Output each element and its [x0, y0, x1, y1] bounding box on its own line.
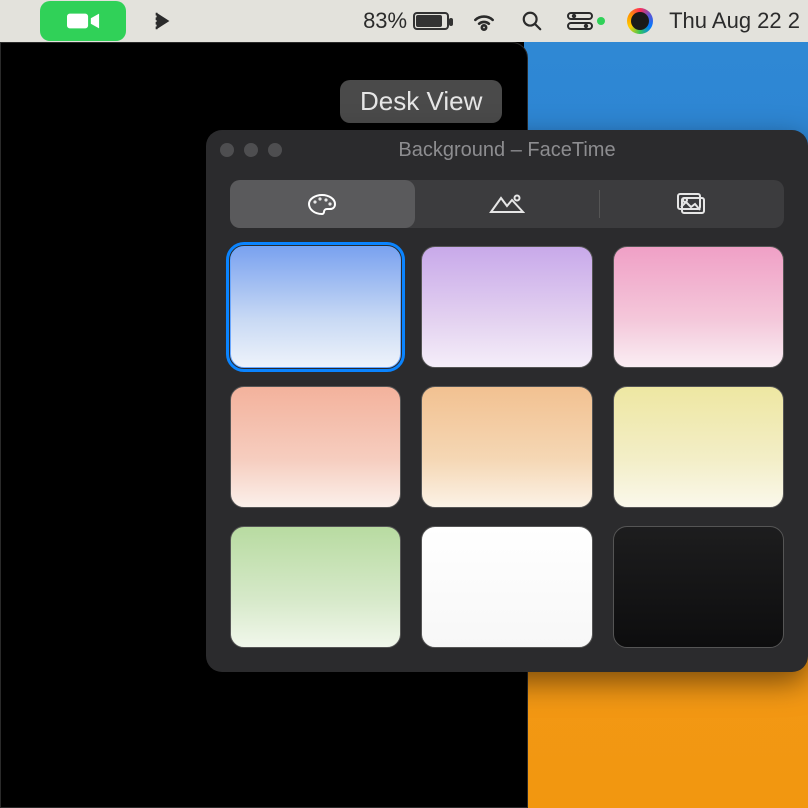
tab-photos[interactable] — [599, 180, 784, 228]
swatch-blue[interactable] — [230, 246, 401, 368]
swatch-pink[interactable] — [613, 246, 784, 368]
video-camera-icon — [67, 10, 100, 32]
swatch-purple[interactable] — [421, 246, 592, 368]
mountains-icon — [489, 192, 525, 216]
panel-titlebar[interactable]: Background – FaceTime — [206, 130, 808, 170]
menubar-clock[interactable]: Thu Aug 22 2 — [669, 8, 800, 34]
spotlight-menu[interactable] — [521, 10, 543, 32]
control-center-icon — [567, 12, 593, 30]
battery-icon — [413, 12, 449, 30]
photos-icon — [675, 192, 709, 216]
window-controls[interactable] — [220, 143, 282, 157]
swatch-orange[interactable] — [421, 386, 592, 508]
swatch-coral[interactable] — [230, 386, 401, 508]
zoom-icon[interactable] — [268, 143, 282, 157]
swatch-black[interactable] — [613, 526, 784, 648]
minimize-icon[interactable] — [244, 143, 258, 157]
search-icon — [521, 10, 543, 32]
swatch-white[interactable] — [421, 526, 592, 648]
wifi-icon — [471, 11, 497, 31]
panel-title: Background – FaceTime — [398, 139, 615, 162]
control-center-menu[interactable] — [567, 12, 605, 30]
background-panel: Background – FaceTime — [206, 130, 808, 672]
battery-status[interactable]: 83% — [363, 8, 449, 34]
app-menu-icon — [152, 10, 174, 32]
wifi-menu[interactable] — [471, 11, 497, 31]
close-icon[interactable] — [220, 143, 234, 157]
tab-landscapes[interactable] — [415, 180, 600, 228]
background-type-tabs — [230, 180, 784, 228]
battery-percent-label: 83% — [363, 8, 407, 34]
hazeover-menu-icon[interactable] — [152, 10, 174, 32]
palette-icon — [306, 192, 338, 216]
swatch-green[interactable] — [230, 526, 401, 648]
desk-view-button[interactable]: Desk View — [340, 80, 502, 123]
tab-colors[interactable] — [230, 180, 415, 228]
swatch-yellow[interactable] — [613, 386, 784, 508]
background-swatch-grid — [230, 246, 784, 648]
privacy-indicator-dot — [597, 17, 605, 25]
menubar: 83% Thu Aug 22 2 — [0, 0, 808, 42]
facetime-active-indicator[interactable] — [40, 1, 126, 41]
siri-menu[interactable] — [627, 8, 653, 34]
